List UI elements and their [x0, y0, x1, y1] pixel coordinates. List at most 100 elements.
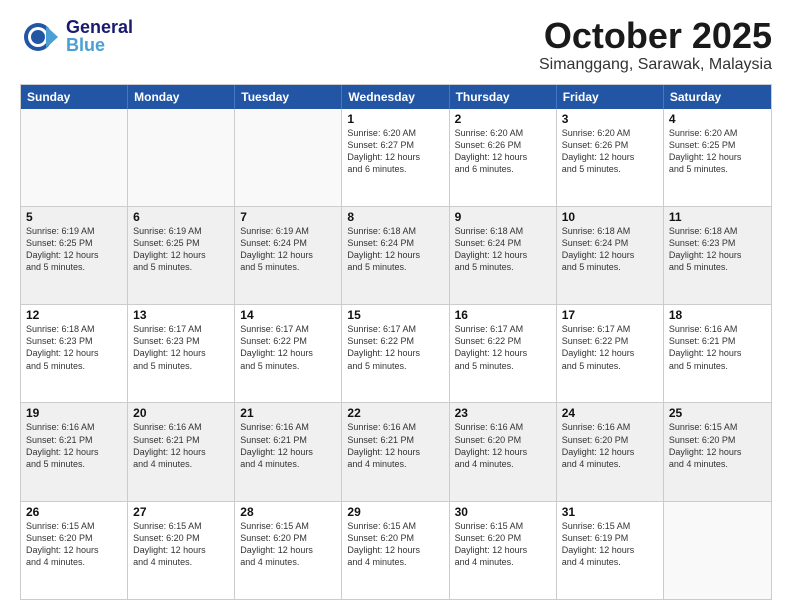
- day-number: 10: [562, 210, 658, 224]
- title-block: October 2025 Simanggang, Sarawak, Malays…: [539, 16, 772, 74]
- calendar-cell: 12Sunrise: 6:18 AM Sunset: 6:23 PM Dayli…: [21, 305, 128, 402]
- day-number: 15: [347, 308, 443, 322]
- header: General Blue October 2025 Simanggang, Sa…: [20, 16, 772, 74]
- day-number: 11: [669, 210, 766, 224]
- calendar-cell: 27Sunrise: 6:15 AM Sunset: 6:20 PM Dayli…: [128, 502, 235, 599]
- calendar-cell: 2Sunrise: 6:20 AM Sunset: 6:26 PM Daylig…: [450, 109, 557, 206]
- calendar-cell: 31Sunrise: 6:15 AM Sunset: 6:19 PM Dayli…: [557, 502, 664, 599]
- calendar-cell: 10Sunrise: 6:18 AM Sunset: 6:24 PM Dayli…: [557, 207, 664, 304]
- cell-info: Sunrise: 6:17 AM Sunset: 6:23 PM Dayligh…: [133, 323, 229, 372]
- cell-info: Sunrise: 6:20 AM Sunset: 6:26 PM Dayligh…: [455, 127, 551, 176]
- calendar-cell: 15Sunrise: 6:17 AM Sunset: 6:22 PM Dayli…: [342, 305, 449, 402]
- calendar-row: 12Sunrise: 6:18 AM Sunset: 6:23 PM Dayli…: [21, 305, 771, 403]
- day-number: 20: [133, 406, 229, 420]
- day-number: 25: [669, 406, 766, 420]
- calendar-cell: 28Sunrise: 6:15 AM Sunset: 6:20 PM Dayli…: [235, 502, 342, 599]
- calendar-cell: 25Sunrise: 6:15 AM Sunset: 6:20 PM Dayli…: [664, 403, 771, 500]
- day-number: 24: [562, 406, 658, 420]
- cell-info: Sunrise: 6:17 AM Sunset: 6:22 PM Dayligh…: [455, 323, 551, 372]
- cell-info: Sunrise: 6:18 AM Sunset: 6:24 PM Dayligh…: [562, 225, 658, 274]
- day-number: 28: [240, 505, 336, 519]
- cell-info: Sunrise: 6:20 AM Sunset: 6:26 PM Dayligh…: [562, 127, 658, 176]
- cell-info: Sunrise: 6:19 AM Sunset: 6:25 PM Dayligh…: [133, 225, 229, 274]
- calendar-row: 1Sunrise: 6:20 AM Sunset: 6:27 PM Daylig…: [21, 109, 771, 207]
- page: General Blue October 2025 Simanggang, Sa…: [0, 0, 792, 612]
- calendar-cell: 24Sunrise: 6:16 AM Sunset: 6:20 PM Dayli…: [557, 403, 664, 500]
- location-title: Simanggang, Sarawak, Malaysia: [539, 56, 772, 74]
- day-number: 29: [347, 505, 443, 519]
- logo: General Blue: [20, 16, 133, 58]
- calendar-cell: 1Sunrise: 6:20 AM Sunset: 6:27 PM Daylig…: [342, 109, 449, 206]
- calendar-cell: 23Sunrise: 6:16 AM Sunset: 6:20 PM Dayli…: [450, 403, 557, 500]
- cell-info: Sunrise: 6:15 AM Sunset: 6:20 PM Dayligh…: [133, 520, 229, 569]
- cell-info: Sunrise: 6:18 AM Sunset: 6:23 PM Dayligh…: [26, 323, 122, 372]
- logo-svg: [20, 16, 62, 58]
- header-friday: Friday: [557, 85, 664, 109]
- calendar-body: 1Sunrise: 6:20 AM Sunset: 6:27 PM Daylig…: [21, 109, 771, 599]
- calendar-cell: 14Sunrise: 6:17 AM Sunset: 6:22 PM Dayli…: [235, 305, 342, 402]
- cell-info: Sunrise: 6:16 AM Sunset: 6:21 PM Dayligh…: [240, 421, 336, 470]
- cell-info: Sunrise: 6:16 AM Sunset: 6:21 PM Dayligh…: [133, 421, 229, 470]
- day-number: 8: [347, 210, 443, 224]
- logo-text-block: General Blue: [66, 18, 133, 56]
- cell-info: Sunrise: 6:16 AM Sunset: 6:21 PM Dayligh…: [26, 421, 122, 470]
- cell-info: Sunrise: 6:15 AM Sunset: 6:19 PM Dayligh…: [562, 520, 658, 569]
- calendar-cell: 29Sunrise: 6:15 AM Sunset: 6:20 PM Dayli…: [342, 502, 449, 599]
- header-wednesday: Wednesday: [342, 85, 449, 109]
- calendar: Sunday Monday Tuesday Wednesday Thursday…: [20, 84, 772, 600]
- day-number: 17: [562, 308, 658, 322]
- cell-info: Sunrise: 6:16 AM Sunset: 6:21 PM Dayligh…: [347, 421, 443, 470]
- cell-info: Sunrise: 6:18 AM Sunset: 6:24 PM Dayligh…: [347, 225, 443, 274]
- calendar-cell: 6Sunrise: 6:19 AM Sunset: 6:25 PM Daylig…: [128, 207, 235, 304]
- calendar-cell: 8Sunrise: 6:18 AM Sunset: 6:24 PM Daylig…: [342, 207, 449, 304]
- day-number: 21: [240, 406, 336, 420]
- cell-info: Sunrise: 6:19 AM Sunset: 6:24 PM Dayligh…: [240, 225, 336, 274]
- calendar-cell: 30Sunrise: 6:15 AM Sunset: 6:20 PM Dayli…: [450, 502, 557, 599]
- day-number: 31: [562, 505, 658, 519]
- calendar-cell: 21Sunrise: 6:16 AM Sunset: 6:21 PM Dayli…: [235, 403, 342, 500]
- day-number: 13: [133, 308, 229, 322]
- calendar-cell: [664, 502, 771, 599]
- logo-icon: General Blue: [20, 16, 133, 58]
- day-number: 9: [455, 210, 551, 224]
- day-number: 23: [455, 406, 551, 420]
- cell-info: Sunrise: 6:17 AM Sunset: 6:22 PM Dayligh…: [240, 323, 336, 372]
- day-number: 30: [455, 505, 551, 519]
- cell-info: Sunrise: 6:15 AM Sunset: 6:20 PM Dayligh…: [669, 421, 766, 470]
- cell-info: Sunrise: 6:16 AM Sunset: 6:21 PM Dayligh…: [669, 323, 766, 372]
- calendar-row: 26Sunrise: 6:15 AM Sunset: 6:20 PM Dayli…: [21, 502, 771, 599]
- calendar-header: Sunday Monday Tuesday Wednesday Thursday…: [21, 85, 771, 109]
- calendar-row: 5 Sunrise: 6:19 AM Sunset: 6:25 PM Daylig…: [21, 207, 771, 305]
- day-number: 18: [669, 308, 766, 322]
- cell-info: Sunrise: 6:17 AM Sunset: 6:22 PM Dayligh…: [347, 323, 443, 372]
- cell-info: Sunrise: 6:16 AM Sunset: 6:20 PM Dayligh…: [455, 421, 551, 470]
- day-number: 1: [347, 112, 443, 126]
- day-number: 26: [26, 505, 122, 519]
- calendar-cell: 7Sunrise: 6:19 AM Sunset: 6:24 PM Daylig…: [235, 207, 342, 304]
- header-thursday: Thursday: [450, 85, 557, 109]
- day-number: 5: [26, 210, 122, 224]
- day-number: 6: [133, 210, 229, 224]
- cell-info: Sunrise: 6:15 AM Sunset: 6:20 PM Dayligh…: [26, 520, 122, 569]
- header-tuesday: Tuesday: [235, 85, 342, 109]
- calendar-cell: 5Sunrise: 6:19 AM Sunset: 6:25 PM Daylig…: [21, 207, 128, 304]
- logo-blue: Blue: [66, 36, 133, 56]
- month-title: October 2025: [539, 16, 772, 56]
- calendar-cell: 4Sunrise: 6:20 AM Sunset: 6:25 PM Daylig…: [664, 109, 771, 206]
- calendar-cell: 13Sunrise: 6:17 AM Sunset: 6:23 PM Dayli…: [128, 305, 235, 402]
- calendar-cell: [128, 109, 235, 206]
- calendar-cell: 9Sunrise: 6:18 AM Sunset: 6:24 PM Daylig…: [450, 207, 557, 304]
- header-monday: Monday: [128, 85, 235, 109]
- cell-info: Sunrise: 6:17 AM Sunset: 6:22 PM Dayligh…: [562, 323, 658, 372]
- calendar-cell: 18Sunrise: 6:16 AM Sunset: 6:21 PM Dayli…: [664, 305, 771, 402]
- cell-info: Sunrise: 6:18 AM Sunset: 6:23 PM Dayligh…: [669, 225, 766, 274]
- calendar-cell: 20Sunrise: 6:16 AM Sunset: 6:21 PM Dayli…: [128, 403, 235, 500]
- calendar-cell: [235, 109, 342, 206]
- calendar-cell: 22Sunrise: 6:16 AM Sunset: 6:21 PM Dayli…: [342, 403, 449, 500]
- day-number: 27: [133, 505, 229, 519]
- header-sunday: Sunday: [21, 85, 128, 109]
- day-number: 4: [669, 112, 766, 126]
- cell-info: Sunrise: 6:20 AM Sunset: 6:27 PM Dayligh…: [347, 127, 443, 176]
- calendar-cell: [21, 109, 128, 206]
- day-number: 19: [26, 406, 122, 420]
